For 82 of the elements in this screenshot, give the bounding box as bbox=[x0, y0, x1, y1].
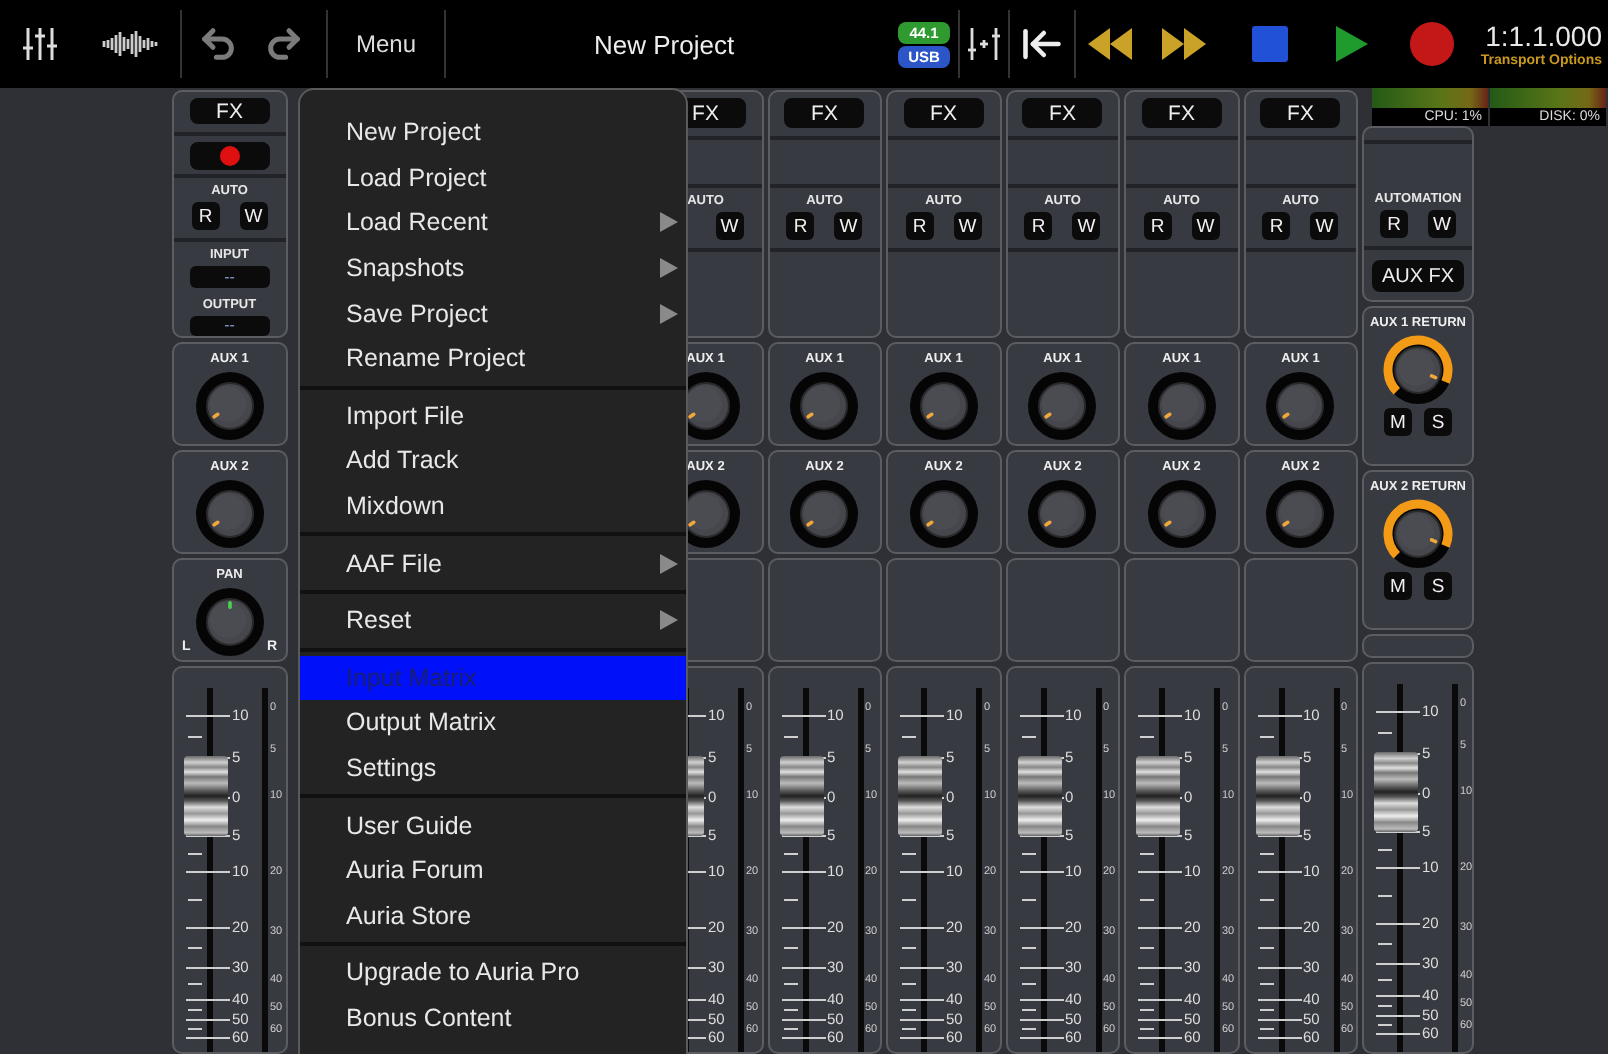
read-button[interactable]: R bbox=[786, 212, 815, 240]
aux-fx-button[interactable]: AUX FX bbox=[1372, 260, 1464, 292]
play-icon[interactable] bbox=[1334, 24, 1371, 64]
meter-level-bar bbox=[1490, 88, 1606, 108]
mixer-icon[interactable] bbox=[20, 24, 60, 64]
menu-item[interactable]: Bonus Content bbox=[300, 995, 686, 1041]
knob[interactable] bbox=[1382, 334, 1454, 406]
menu-item[interactable]: Add Track bbox=[300, 438, 686, 484]
menu-item[interactable]: Upgrade to Auria Pro bbox=[300, 950, 686, 996]
write-button[interactable]: W bbox=[239, 202, 268, 231]
empty-panel bbox=[767, 558, 882, 662]
write-button[interactable]: W bbox=[1428, 210, 1456, 238]
menu-item[interactable]: Settings bbox=[300, 745, 686, 791]
record-arm-button[interactable] bbox=[189, 141, 270, 170]
input-selector[interactable]: -- bbox=[189, 266, 270, 288]
fader-split-icon[interactable] bbox=[966, 24, 1003, 64]
menu-item[interactable]: Save Project bbox=[300, 290, 686, 336]
submenu-arrow-icon bbox=[660, 610, 678, 631]
menu-item[interactable]: AAF File bbox=[300, 540, 686, 586]
submenu-arrow-icon bbox=[660, 553, 678, 574]
fader-handle[interactable] bbox=[1136, 755, 1180, 836]
menu-item[interactable]: Import File bbox=[300, 393, 686, 439]
fader-handle[interactable] bbox=[184, 755, 228, 836]
menu-item[interactable]: Snapshots bbox=[300, 245, 686, 291]
fader-handle[interactable] bbox=[898, 755, 942, 836]
fader-handle[interactable] bbox=[1017, 755, 1061, 836]
waveform-icon[interactable] bbox=[100, 28, 160, 60]
read-button[interactable]: R bbox=[191, 202, 220, 231]
project-title: New Project bbox=[591, 29, 737, 59]
write-button[interactable]: W bbox=[1310, 212, 1339, 240]
write-button[interactable]: W bbox=[953, 212, 982, 240]
fx-button[interactable]: FX bbox=[1260, 98, 1341, 128]
read-button[interactable]: R bbox=[1143, 212, 1172, 240]
solo-button[interactable]: S bbox=[1424, 572, 1452, 600]
fader-handle[interactable] bbox=[779, 755, 823, 836]
knob[interactable] bbox=[1382, 498, 1454, 570]
menu-item[interactable]: Auria Forum bbox=[300, 847, 686, 893]
fader-handle[interactable] bbox=[1255, 755, 1299, 836]
stop-icon[interactable] bbox=[1252, 26, 1289, 62]
output-selector[interactable]: -- bbox=[189, 315, 270, 336]
empty-panel bbox=[1362, 634, 1474, 658]
record-icon bbox=[219, 145, 240, 166]
fast-forward-icon[interactable] bbox=[1160, 26, 1209, 62]
write-button[interactable]: W bbox=[1191, 212, 1220, 240]
rewind-icon[interactable] bbox=[1086, 26, 1135, 62]
mute-button[interactable]: M bbox=[1384, 408, 1412, 436]
meter-level-bar bbox=[1372, 88, 1488, 108]
submenu-arrow-icon bbox=[660, 258, 678, 279]
read-button[interactable]: R bbox=[905, 212, 934, 240]
time-display: 1:1.1.000 bbox=[1485, 20, 1602, 52]
empty-panel bbox=[1005, 558, 1120, 662]
mute-button[interactable]: M bbox=[1384, 572, 1412, 600]
menu-item[interactable]: Load Recent bbox=[300, 200, 686, 246]
read-button[interactable]: R bbox=[1380, 210, 1408, 238]
redo-icon[interactable] bbox=[264, 24, 304, 64]
empty-panel bbox=[1243, 558, 1358, 662]
menu-item[interactable]: Load Project bbox=[300, 155, 686, 201]
menu-item[interactable]: Auria Store bbox=[300, 893, 686, 939]
undo-icon[interactable] bbox=[198, 24, 238, 64]
menu-item[interactable]: Reset bbox=[300, 597, 686, 644]
fx-button[interactable]: FX bbox=[784, 98, 865, 128]
submenu-arrow-icon bbox=[660, 212, 678, 233]
read-button[interactable]: R bbox=[1262, 212, 1291, 240]
solo-button[interactable]: S bbox=[1424, 408, 1452, 436]
menu-item[interactable]: Output Matrix bbox=[300, 700, 686, 746]
fx-button[interactable]: FX bbox=[189, 98, 270, 125]
fader-handle[interactable] bbox=[1374, 751, 1418, 832]
write-button[interactable]: W bbox=[1072, 212, 1101, 240]
menu-item[interactable]: Rename Project bbox=[300, 335, 686, 382]
read-button[interactable]: R bbox=[1024, 212, 1053, 240]
submenu-arrow-icon bbox=[660, 303, 678, 324]
empty-panel bbox=[1124, 558, 1239, 662]
menu-item[interactable]: User Guide bbox=[300, 802, 686, 848]
write-button[interactable]: W bbox=[834, 212, 863, 240]
empty-panel bbox=[886, 558, 1001, 662]
write-button[interactable]: W bbox=[715, 212, 744, 240]
menu-button[interactable]: Menu bbox=[344, 22, 429, 66]
menu-item[interactable]: Mixdown bbox=[300, 483, 686, 529]
record-icon[interactable] bbox=[1410, 22, 1455, 66]
fx-button[interactable]: FX bbox=[903, 98, 984, 128]
fx-button[interactable]: FX bbox=[1141, 98, 1222, 128]
fx-button[interactable]: FX bbox=[1022, 98, 1103, 128]
